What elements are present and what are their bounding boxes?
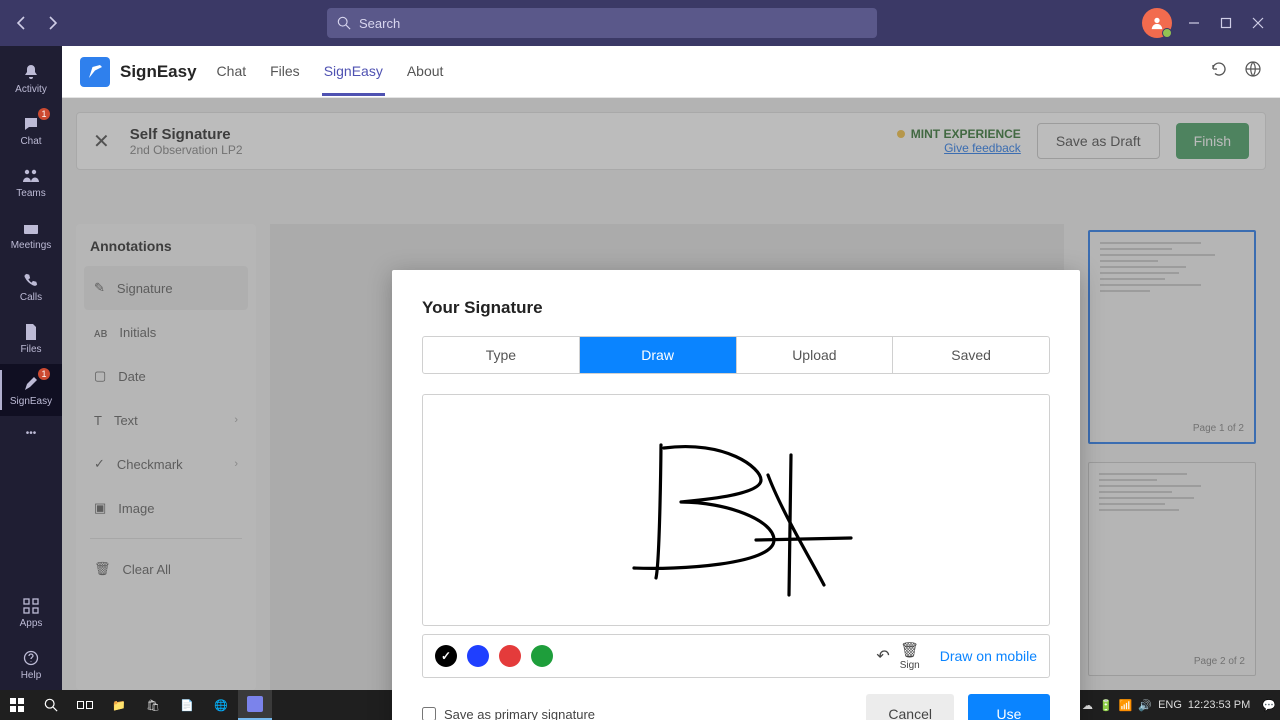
battery-icon[interactable]: 🔋	[1099, 699, 1113, 712]
signeasy-badge: 1	[38, 368, 50, 380]
taskbar-search-icon[interactable]	[34, 690, 68, 720]
signeasy-app: SignEasy Chat Files SignEasy About ✕ Sel…	[62, 46, 1280, 690]
profile-avatar[interactable]	[1142, 8, 1172, 38]
search-input[interactable]: Search	[327, 8, 877, 38]
save-primary-input[interactable]	[422, 707, 436, 720]
tab-files[interactable]: Files	[268, 47, 302, 96]
rail-apps[interactable]: Apps	[0, 586, 62, 638]
signature-color-bar: ↶ 🗑Sign Draw on mobile	[422, 634, 1050, 678]
signature-method-tabs: Type Draw Upload Saved	[422, 336, 1050, 374]
refresh-icon[interactable]	[1210, 60, 1228, 83]
nav-back-icon[interactable]	[12, 14, 30, 32]
delete-signature-button[interactable]: 🗑Sign	[900, 641, 920, 671]
start-button[interactable]	[0, 690, 34, 720]
seg-type[interactable]: Type	[423, 337, 580, 373]
store-icon[interactable]: 🛍	[136, 690, 170, 720]
tab-chat[interactable]: Chat	[215, 47, 249, 96]
globe-icon[interactable]	[1244, 60, 1262, 83]
rail-meetings[interactable]: Meetings	[0, 208, 62, 260]
more-icon: •••	[21, 423, 41, 443]
color-black[interactable]	[435, 645, 457, 667]
chat-badge: 1	[38, 108, 50, 120]
undo-icon: ↶	[876, 646, 889, 666]
signature-draw-canvas[interactable]	[422, 394, 1050, 626]
wifi-icon[interactable]: 📶	[1119, 699, 1133, 712]
rail-files[interactable]: Files	[0, 312, 62, 364]
tab-about[interactable]: About	[405, 47, 446, 96]
file-explorer-icon[interactable]: 📁	[102, 690, 136, 720]
seg-saved[interactable]: Saved	[893, 337, 1049, 373]
signature-modal: Your Signature Type Draw Upload Saved	[392, 270, 1080, 720]
task-view-icon[interactable]	[68, 690, 102, 720]
rail-more[interactable]: •••	[0, 416, 62, 450]
trash-icon: 🗑	[900, 641, 919, 659]
rail-calls[interactable]: Calls	[0, 260, 62, 312]
window-maximize-icon[interactable]	[1216, 13, 1236, 33]
brand-name: SignEasy	[120, 62, 197, 82]
save-primary-checkbox[interactable]: Save as primary signature	[422, 707, 595, 720]
volume-icon[interactable]: 🔊	[1138, 699, 1152, 712]
phone-icon	[21, 270, 41, 290]
notifications-icon[interactable]: 💬	[1262, 699, 1276, 712]
undo-button[interactable]: ↶	[876, 646, 889, 666]
color-red[interactable]	[499, 645, 521, 667]
signeasy-logo-icon	[80, 57, 110, 87]
window-minimize-icon[interactable]	[1184, 13, 1204, 33]
seg-draw[interactable]: Draw	[580, 337, 737, 373]
edge-icon[interactable]: 🌐	[204, 690, 238, 720]
nav-forward-icon[interactable]	[44, 14, 62, 32]
draw-on-mobile-link[interactable]: Draw on mobile	[940, 648, 1037, 664]
seg-upload[interactable]: Upload	[737, 337, 894, 373]
window-close-icon[interactable]	[1248, 13, 1268, 33]
color-blue[interactable]	[467, 645, 489, 667]
teams-taskbar-icon[interactable]	[238, 690, 272, 720]
color-green[interactable]	[531, 645, 553, 667]
rail-signeasy[interactable]: 1 SignEasy	[0, 364, 62, 416]
use-button[interactable]: Use	[968, 694, 1050, 720]
teams-icon	[21, 166, 41, 186]
search-placeholder: Search	[359, 16, 400, 31]
apps-icon	[21, 596, 41, 616]
language-indicator[interactable]: ENG	[1158, 699, 1182, 711]
cancel-button[interactable]: Cancel	[866, 694, 954, 720]
notepad-icon[interactable]: 📄	[170, 690, 204, 720]
clock[interactable]: 12:23:53 PM	[1188, 699, 1256, 711]
bell-icon	[21, 62, 41, 82]
rail-chat[interactable]: 1 Chat	[0, 104, 62, 156]
onedrive-icon[interactable]: ☁	[1082, 699, 1093, 712]
files-icon	[21, 322, 41, 342]
teams-titlebar: Search	[0, 0, 1280, 46]
rail-activity[interactable]: Activity	[0, 52, 62, 104]
calendar-icon	[21, 218, 41, 238]
app-header: SignEasy Chat Files SignEasy About	[62, 46, 1280, 98]
modal-title: Your Signature	[422, 298, 1050, 318]
drawn-signature	[606, 420, 866, 600]
teams-app-rail: Activity 1 Chat Teams Meetings Calls Fil…	[0, 46, 62, 690]
rail-help[interactable]: Help	[0, 638, 62, 690]
rail-teams[interactable]: Teams	[0, 156, 62, 208]
tab-signeasy[interactable]: SignEasy	[322, 47, 385, 96]
help-icon	[21, 648, 41, 668]
